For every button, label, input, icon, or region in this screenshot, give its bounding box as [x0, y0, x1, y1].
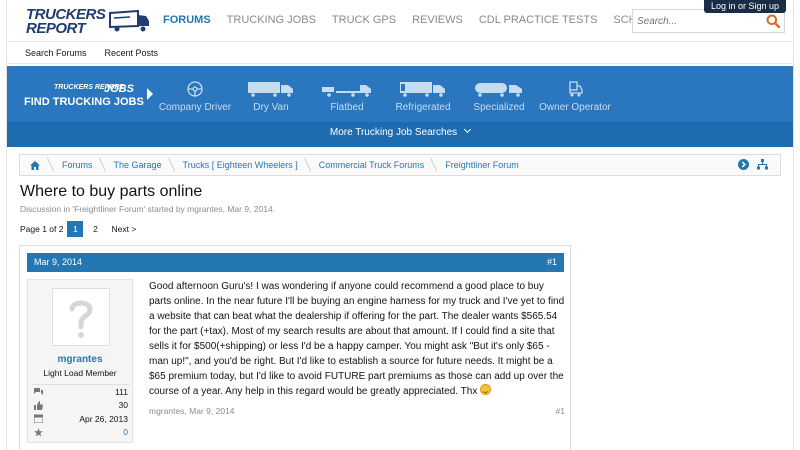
sub-nav: Search Forums Recent Posts — [16, 43, 167, 63]
post-footer-number[interactable]: #1 — [556, 406, 565, 416]
main-nav: FORUMS TRUCKING JOBS TRUCK GPS REVIEWS C… — [155, 0, 693, 40]
post-number[interactable]: #1 — [547, 257, 557, 267]
meta-forum-link[interactable]: Freightliner Forum — [74, 204, 143, 214]
breadcrumb-commercial-truck-forums[interactable]: Commercial Truck Forums — [307, 154, 434, 176]
nav-forums[interactable]: FORUMS — [155, 14, 219, 26]
category-label: Refrigerated — [395, 102, 451, 113]
star-icon — [34, 427, 43, 437]
subnav-divider — [7, 63, 793, 64]
sitemap-icon[interactable] — [757, 159, 768, 170]
header-divider — [7, 41, 793, 42]
messages-icon — [34, 388, 43, 396]
nav-trucking-jobs[interactable]: TRUCKING JOBS — [219, 14, 324, 26]
job-category-flatbed[interactable]: Flatbed — [309, 81, 385, 113]
subnav-recent-posts[interactable]: Recent Posts — [96, 48, 168, 58]
search-icon[interactable] — [766, 14, 780, 28]
job-categories: Company Driver Dry Van Flatbed Refrigera… — [157, 81, 613, 113]
reefer-icon — [400, 82, 445, 97]
breadcrumb-actions — [738, 159, 768, 170]
breadcrumb-forums[interactable]: Forums — [50, 154, 102, 176]
breadcrumb-trucks[interactable]: Trucks [ Eighteen Wheelers ] — [171, 154, 307, 176]
login-signup-button[interactable]: Log in or Sign up — [703, 0, 786, 13]
post-footer-author[interactable]: mgrantes, Mar 9, 2014 — [149, 406, 235, 416]
page-title: Where to buy parts online — [20, 183, 203, 200]
nav-reviews[interactable]: REVIEWS — [404, 14, 471, 26]
post-header: Mar 9, 2014 #1 — [27, 253, 564, 272]
meta-prefix: Discussion in ' — [20, 204, 75, 214]
home-icon — [30, 160, 40, 170]
more-job-searches-label: More Trucking Job Searches — [329, 127, 458, 138]
category-label: Owner Operator — [539, 102, 611, 113]
thread-meta: Discussion in 'Freightliner Forum' start… — [20, 204, 275, 214]
stat-messages: 111 — [32, 385, 130, 399]
username-link[interactable]: mgrantes — [28, 354, 132, 365]
avatar[interactable] — [52, 288, 110, 346]
trucking-jobs-banner: TRUCKERS REPORT JOBS FIND TRUCKING JOBS … — [7, 66, 793, 147]
post-footer: mgrantes, Mar 9, 2014 #1 — [149, 406, 565, 416]
tanker-icon — [475, 83, 522, 97]
post-date[interactable]: Mar 9, 2014 — [34, 257, 82, 267]
logo-text-line2: REPORT — [26, 20, 86, 37]
flatbed-icon — [322, 85, 371, 97]
arrow-right-icon — [147, 88, 153, 100]
stat-likes: 30 — [32, 399, 130, 413]
truckers-report-logo[interactable]: TRUCKERS REPORT — [26, 6, 149, 37]
dry-van-icon — [248, 82, 293, 97]
more-job-searches-toggle[interactable]: More Trucking Job Searches — [7, 125, 793, 138]
page-count-label: Page 1 of 2 — [20, 224, 64, 234]
owner-operator-icon — [569, 81, 583, 97]
stat-value: Apr 26, 2013 — [79, 413, 128, 424]
category-label: Flatbed — [330, 102, 364, 113]
chevron-down-icon — [464, 125, 472, 134]
nav-cdl-practice-tests[interactable]: CDL PRACTICE TESTS — [471, 14, 606, 26]
page-navigation: Page 1 of 2 1 2 Next > — [20, 221, 144, 237]
category-label: Specialized — [473, 102, 525, 113]
post-body: Good afternoon Guru's! I was wondering i… — [149, 279, 565, 399]
stat-joined: Apr 26, 2013 — [32, 412, 130, 426]
subnav-search-forums[interactable]: Search Forums — [16, 48, 96, 58]
category-label: Dry Van — [253, 102, 289, 113]
page-2-button[interactable]: 2 — [87, 221, 103, 237]
next-page-button[interactable]: Next > — [107, 221, 140, 237]
stat-value[interactable]: 0 — [123, 427, 128, 437]
post-text: Good afternoon Guru's! I was wondering i… — [149, 281, 565, 397]
find-trucking-jobs-link[interactable]: TRUCKERS REPORT JOBS FIND TRUCKING JOBS — [24, 83, 153, 110]
calendar-icon — [34, 414, 43, 424]
user-stats: 111 30 Apr 26, 2013 0 — [32, 384, 130, 439]
breadcrumb-the-garage[interactable]: The Garage — [102, 154, 171, 176]
avatar-placeholder-icon — [69, 300, 93, 338]
post: Mar 9, 2014 #1 mgrantes Light Load Membe… — [19, 245, 571, 450]
thumbs-up-icon — [34, 400, 43, 410]
steering-wheel-icon — [187, 81, 203, 97]
find-trucking-jobs-label: FIND TRUCKING JOBS — [24, 96, 144, 108]
user-title: Light Load Member — [43, 368, 117, 378]
user-info-box: mgrantes Light Load Member 111 30 Apr 26… — [27, 279, 133, 443]
breadcrumb: Forums The Garage Trucks [ Eighteen Whee… — [19, 154, 781, 176]
stat-value: 111 — [115, 386, 128, 397]
job-category-refrigerated[interactable]: Refrigerated — [385, 81, 461, 113]
job-category-dry-van[interactable]: Dry Van — [233, 81, 309, 113]
breadcrumb-freightliner-forum[interactable]: Freightliner Forum — [433, 154, 528, 176]
job-category-company-driver[interactable]: Company Driver — [157, 81, 233, 113]
logo-truck-icon — [109, 9, 149, 32]
stat-trophy-points: 0 — [32, 426, 130, 440]
jobs-brand-jobs: JOBS — [104, 83, 134, 95]
stat-value: 30 — [118, 400, 128, 411]
job-category-owner-operator[interactable]: Owner Operator — [537, 81, 613, 113]
smile-icon — [480, 384, 492, 395]
page-1-button[interactable]: 1 — [67, 221, 84, 237]
meta-suffix: ' started by mgrantes, Mar 9, 2014. — [143, 204, 276, 214]
chevron-circle-right-icon[interactable] — [738, 159, 749, 170]
search-input[interactable] — [633, 10, 753, 32]
nav-truck-gps[interactable]: TRUCK GPS — [324, 14, 404, 26]
category-label: Company Driver — [158, 102, 232, 113]
job-category-specialized[interactable]: Specialized — [461, 81, 537, 113]
breadcrumb-home[interactable] — [20, 160, 50, 170]
